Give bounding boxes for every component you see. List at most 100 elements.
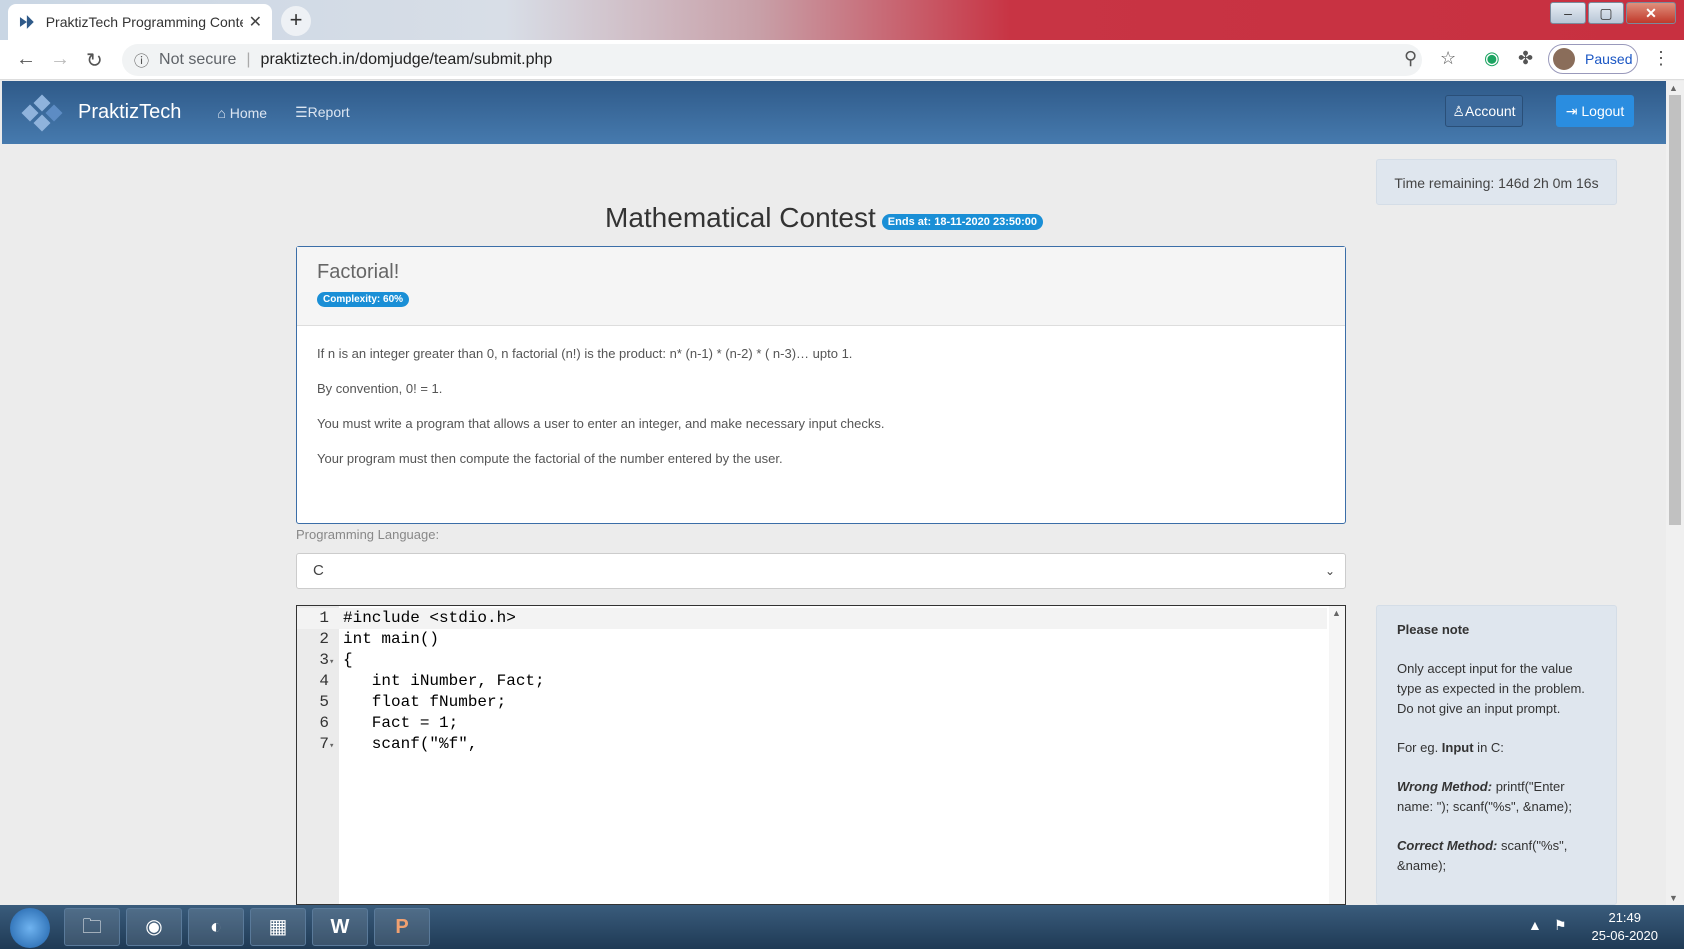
logout-button[interactable]: ⇥ Logout: [1556, 95, 1634, 127]
close-window-button[interactable]: ✕: [1626, 2, 1676, 24]
problem-panel: Factorial! Complexity: 60% If n is an in…: [296, 246, 1346, 524]
code-line[interactable]: 6 Fact = 1;: [297, 713, 1327, 734]
action-center-flag-icon[interactable]: ⚑: [1554, 917, 1567, 934]
scroll-up-icon[interactable]: ▲: [1669, 83, 1678, 93]
code-line[interactable]: 1 #include <stdio.h>: [297, 608, 1327, 629]
note-example-suffix: in C:: [1473, 740, 1504, 755]
fold-toggle-icon[interactable]: ▾: [329, 652, 339, 673]
grammarly-icon[interactable]: ◉: [1484, 48, 1500, 69]
note-example: For eg. Input in C:: [1397, 738, 1596, 758]
language-label: Programming Language:: [296, 527, 440, 542]
scroll-up-icon[interactable]: ▲: [1332, 608, 1341, 618]
reload-icon[interactable]: ↻: [86, 48, 103, 73]
extensions-icon[interactable]: ✤: [1518, 48, 1533, 69]
please-note-box: Please note Only accept input for the va…: [1376, 605, 1617, 905]
clock-time: 21:49: [1608, 910, 1642, 925]
problem-paragraph: If n is an integer greater than 0, n fac…: [317, 346, 853, 361]
address-bar[interactable]: ⓘ Not secure | praktiztech.in/domjudge/t…: [122, 44, 1422, 76]
info-icon[interactable]: ⓘ: [134, 50, 149, 71]
correct-method: Correct Method: scanf("%s", &name);: [1397, 836, 1596, 876]
code-line[interactable]: 2 int main(): [297, 629, 1327, 650]
url-text[interactable]: praktiztech.in/domjudge/team/submit.php: [261, 51, 553, 69]
problem-header: Factorial! Complexity: 60%: [297, 247, 1345, 326]
code-text: int iNumber, Fact;: [343, 672, 545, 690]
wrong-method-label: Wrong Method:: [1397, 779, 1493, 794]
line-number: 2: [319, 630, 329, 648]
page-scrollbar[interactable]: ▲ ▼: [1666, 81, 1684, 905]
tray-expand-icon[interactable]: ▲: [1528, 917, 1542, 933]
forward-arrow-icon[interactable]: →: [50, 48, 70, 71]
code-text: scanf("%f",: [343, 735, 478, 753]
list-icon: ☰: [295, 104, 308, 120]
praktiztech-favicon-icon: [19, 15, 34, 29]
calculator-icon[interactable]: ▦: [250, 908, 306, 946]
code-text: #include <stdio.h>: [343, 609, 516, 627]
logout-icon: ⇥: [1565, 103, 1578, 119]
wrong-method: Wrong Method: printf("Enter name: "); sc…: [1397, 777, 1596, 817]
start-button[interactable]: [10, 908, 50, 948]
new-tab-button[interactable]: +: [281, 6, 311, 36]
chrome-icon[interactable]: ◉: [126, 908, 182, 946]
bookmark-star-icon[interactable]: ☆: [1440, 48, 1456, 69]
back-arrow-icon[interactable]: ←: [16, 48, 36, 71]
powerpoint-icon[interactable]: P: [374, 908, 430, 946]
complexity-badge: Complexity: 60%: [317, 292, 410, 307]
note-example-prefix: For eg.: [1397, 740, 1442, 755]
correct-method-label: Correct Method:: [1397, 838, 1498, 853]
scrollbar-thumb[interactable]: [1669, 95, 1681, 525]
word-icon[interactable]: W: [312, 908, 368, 946]
home-icon: ⌂: [217, 104, 226, 121]
problem-paragraph: Your program must then compute the facto…: [317, 451, 783, 466]
address-separator: |: [246, 51, 251, 68]
firefox-icon[interactable]: ◐: [188, 908, 244, 946]
line-number: 7: [319, 735, 329, 753]
scroll-down-icon[interactable]: ▼: [1669, 893, 1678, 903]
nav-report-link[interactable]: ☰Report: [295, 104, 350, 121]
fold-toggle-icon[interactable]: ▾: [329, 736, 339, 757]
line-number: 6: [319, 714, 329, 732]
user-icon: ♙: [1452, 103, 1465, 119]
tab-close-icon[interactable]: ✕: [249, 12, 262, 32]
maximize-button[interactable]: ▢: [1588, 2, 1624, 24]
code-line[interactable]: 4 int iNumber, Fact;: [297, 671, 1327, 692]
brand-link[interactable]: PraktizTech: [20, 93, 181, 133]
logout-label: Logout: [1581, 103, 1625, 119]
nav-report-label: Report: [307, 104, 350, 120]
time-remaining: Time remaining: 146d 2h 0m 16s: [1376, 159, 1617, 205]
language-select[interactable]: C ⌄: [296, 553, 1346, 589]
avatar: [1553, 48, 1575, 70]
browser-toolbar: ← → ↻ ⓘ Not secure | praktiztech.in/domj…: [0, 40, 1684, 80]
windows-taskbar: 🗀 ◉ ◐ ▦ W P ▲ ⚑ 21:49 25-06-2020: [0, 905, 1684, 949]
account-label: Account: [1464, 103, 1516, 119]
problem-paragraph: You must write a program that allows a u…: [317, 416, 885, 431]
file-explorer-icon[interactable]: 🗀: [64, 908, 120, 946]
note-example-bold: Input: [1441, 740, 1474, 755]
code-line[interactable]: 3▾ {: [297, 650, 1327, 671]
praktiztech-logo-icon: [20, 93, 66, 133]
minimize-button[interactable]: –: [1550, 2, 1586, 24]
zoom-icon[interactable]: ⚲: [1404, 48, 1417, 69]
line-number: 1: [319, 609, 329, 627]
code-line[interactable]: 7▾ scanf("%f",: [297, 734, 1327, 755]
code-editor[interactable]: 1 #include <stdio.h> 2 int main() 3▾ { 4…: [296, 605, 1346, 905]
code-line[interactable]: 5 float fNumber;: [297, 692, 1327, 713]
note-heading: Please note: [1397, 622, 1470, 637]
security-label: Not secure: [159, 51, 237, 68]
problem-paragraph: By convention, 0! = 1.: [317, 381, 443, 396]
code-text: {: [343, 651, 353, 669]
ends-at-badge: Ends at: 18-11-2020 23:50:00: [881, 214, 1043, 230]
menu-kebab-icon[interactable]: ⋮: [1652, 48, 1670, 69]
chevron-down-icon: ⌄: [1324, 564, 1335, 578]
tab-title: PraktizTech Programming Contest: [45, 14, 243, 30]
brand-name: PraktizTech: [78, 101, 182, 123]
browser-titlebar: PraktizTech Programming Contest ✕ + – ▢ …: [0, 0, 1684, 40]
note-text: Only accept input for the value type as …: [1397, 661, 1585, 716]
nav-home-link[interactable]: ⌂ Home: [217, 105, 267, 121]
editor-scrollbar[interactable]: ▲: [1329, 606, 1345, 904]
line-number: 5: [319, 693, 329, 711]
nav-home-label: Home: [229, 104, 268, 121]
browser-tab[interactable]: PraktizTech Programming Contest ✕: [8, 4, 272, 40]
account-button[interactable]: ♙Account: [1445, 95, 1523, 127]
taskbar-clock[interactable]: 21:49 25-06-2020: [1592, 909, 1659, 945]
profile-button[interactable]: Paused: [1548, 44, 1638, 74]
